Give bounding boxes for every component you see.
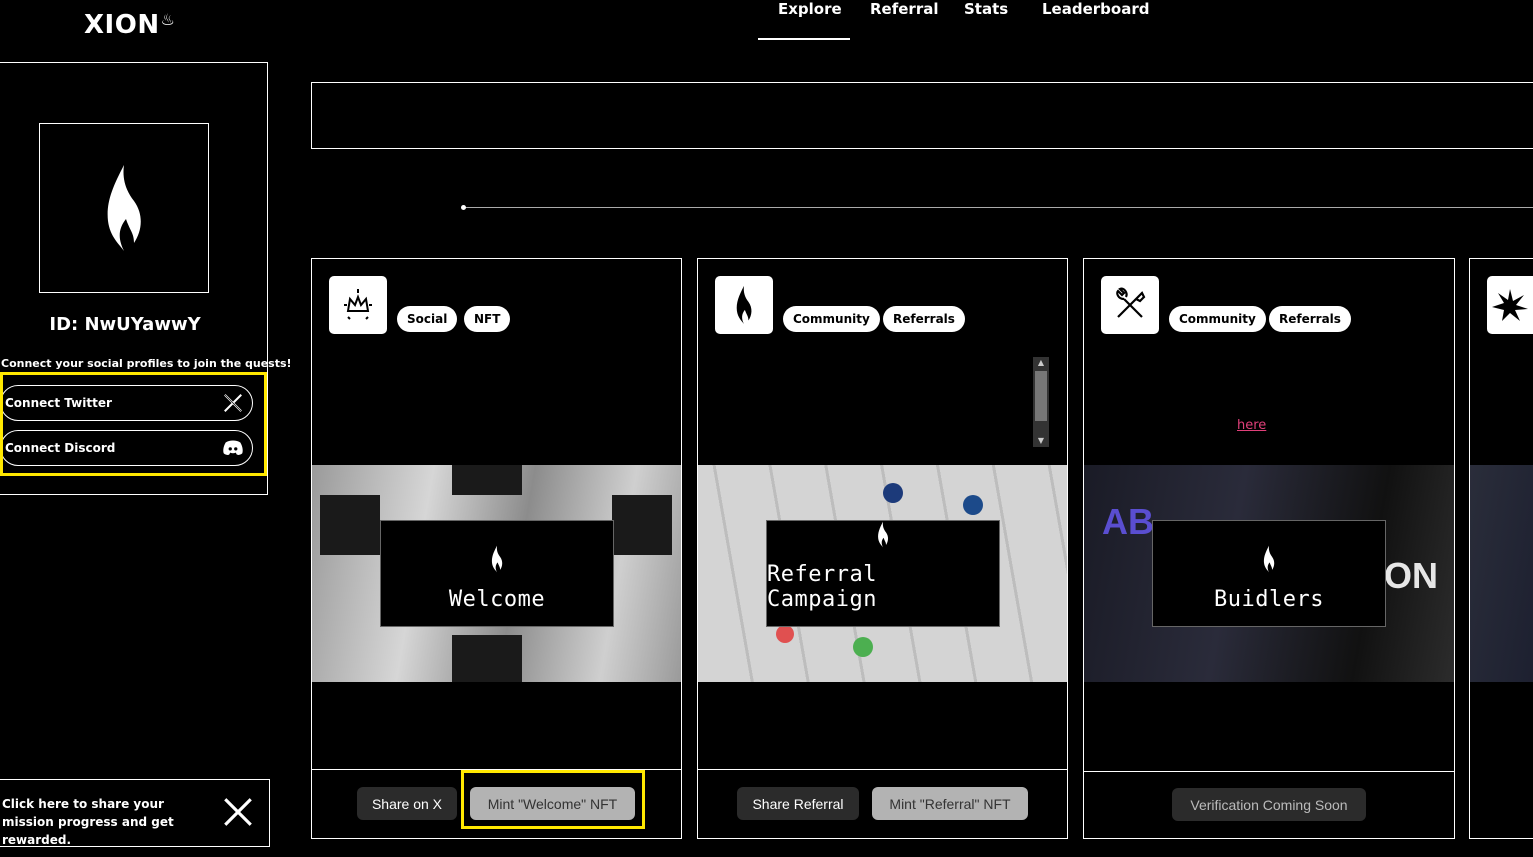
card-title: Buidlers xyxy=(1214,587,1324,612)
scrollbar[interactable]: ▲ ▼ xyxy=(1033,357,1049,447)
avatar xyxy=(39,123,209,293)
share-referral-button[interactable]: Share Referral xyxy=(737,787,859,820)
partial-card-image xyxy=(1470,465,1533,682)
mint-welcome-nft-button[interactable]: Mint "Welcome" NFT xyxy=(470,787,635,820)
x-icon xyxy=(224,394,242,412)
tag-social: Social xyxy=(397,306,458,332)
share-prompt[interactable]: Click here to share your mission progres… xyxy=(2,795,202,849)
tab-stats[interactable]: Stats xyxy=(964,0,1008,18)
discord-icon xyxy=(223,440,243,456)
buidlers-overlay: Buidlers xyxy=(1152,520,1386,627)
active-tab-indicator xyxy=(758,38,850,40)
flame-icon xyxy=(715,276,773,334)
referral-overlay: Referral Campaign xyxy=(766,520,1000,627)
flame-icon xyxy=(878,521,889,548)
progress-marker xyxy=(461,205,466,210)
card-title: Welcome xyxy=(448,587,546,612)
connect-discord-label: Connect Discord xyxy=(5,441,116,455)
mint-referral-nft-button[interactable]: Mint "Referral" NFT xyxy=(872,787,1028,820)
flame-icon xyxy=(107,165,141,251)
connect-discord-button[interactable]: Connect Discord xyxy=(0,430,253,466)
progress-track xyxy=(463,207,1533,208)
tab-explore[interactable]: Explore xyxy=(778,0,842,18)
connect-twitter-label: Connect Twitter xyxy=(5,396,112,410)
here-link[interactable]: here xyxy=(1237,418,1266,433)
tag-referrals: Referrals xyxy=(883,306,965,332)
card-title: Referral Campaign xyxy=(767,562,877,612)
burst-icon xyxy=(1487,276,1533,334)
xion-logo[interactable]: XION♨ xyxy=(84,10,175,40)
flame-icon xyxy=(491,545,503,573)
share-on-x-button[interactable]: Share on X xyxy=(357,787,457,820)
flame-icon: ♨ xyxy=(160,10,176,29)
user-id: ID: NwUYawwY xyxy=(49,314,201,335)
card-divider xyxy=(311,769,682,770)
scroll-up-icon[interactable]: ▲ xyxy=(1033,357,1049,369)
scroll-down-icon[interactable]: ▼ xyxy=(1033,435,1049,447)
tag-referrals: Referrals xyxy=(1269,306,1351,332)
scroll-thumb[interactable] xyxy=(1035,371,1047,421)
verification-coming-soon-button[interactable]: Verification Coming Soon xyxy=(1172,788,1366,821)
tag-nft: NFT xyxy=(464,306,511,332)
tag-community: Community xyxy=(1169,306,1266,332)
card-divider xyxy=(697,769,1068,770)
tag-community: Community xyxy=(783,306,880,332)
tab-referral[interactable]: Referral xyxy=(870,0,938,18)
tools-icon xyxy=(1101,276,1159,334)
banner-box xyxy=(311,82,1533,149)
flame-icon xyxy=(1263,545,1275,573)
card-divider xyxy=(1083,771,1455,772)
crown-icon xyxy=(329,276,387,334)
logo-text: XION xyxy=(84,10,160,40)
x-icon[interactable] xyxy=(220,795,256,829)
connect-twitter-button[interactable]: Connect Twitter xyxy=(0,385,253,421)
tab-leaderboard[interactable]: Leaderboard xyxy=(1042,0,1149,18)
connect-message: Connect your social profiles to join the… xyxy=(1,357,292,370)
welcome-overlay: Welcome xyxy=(380,520,614,627)
